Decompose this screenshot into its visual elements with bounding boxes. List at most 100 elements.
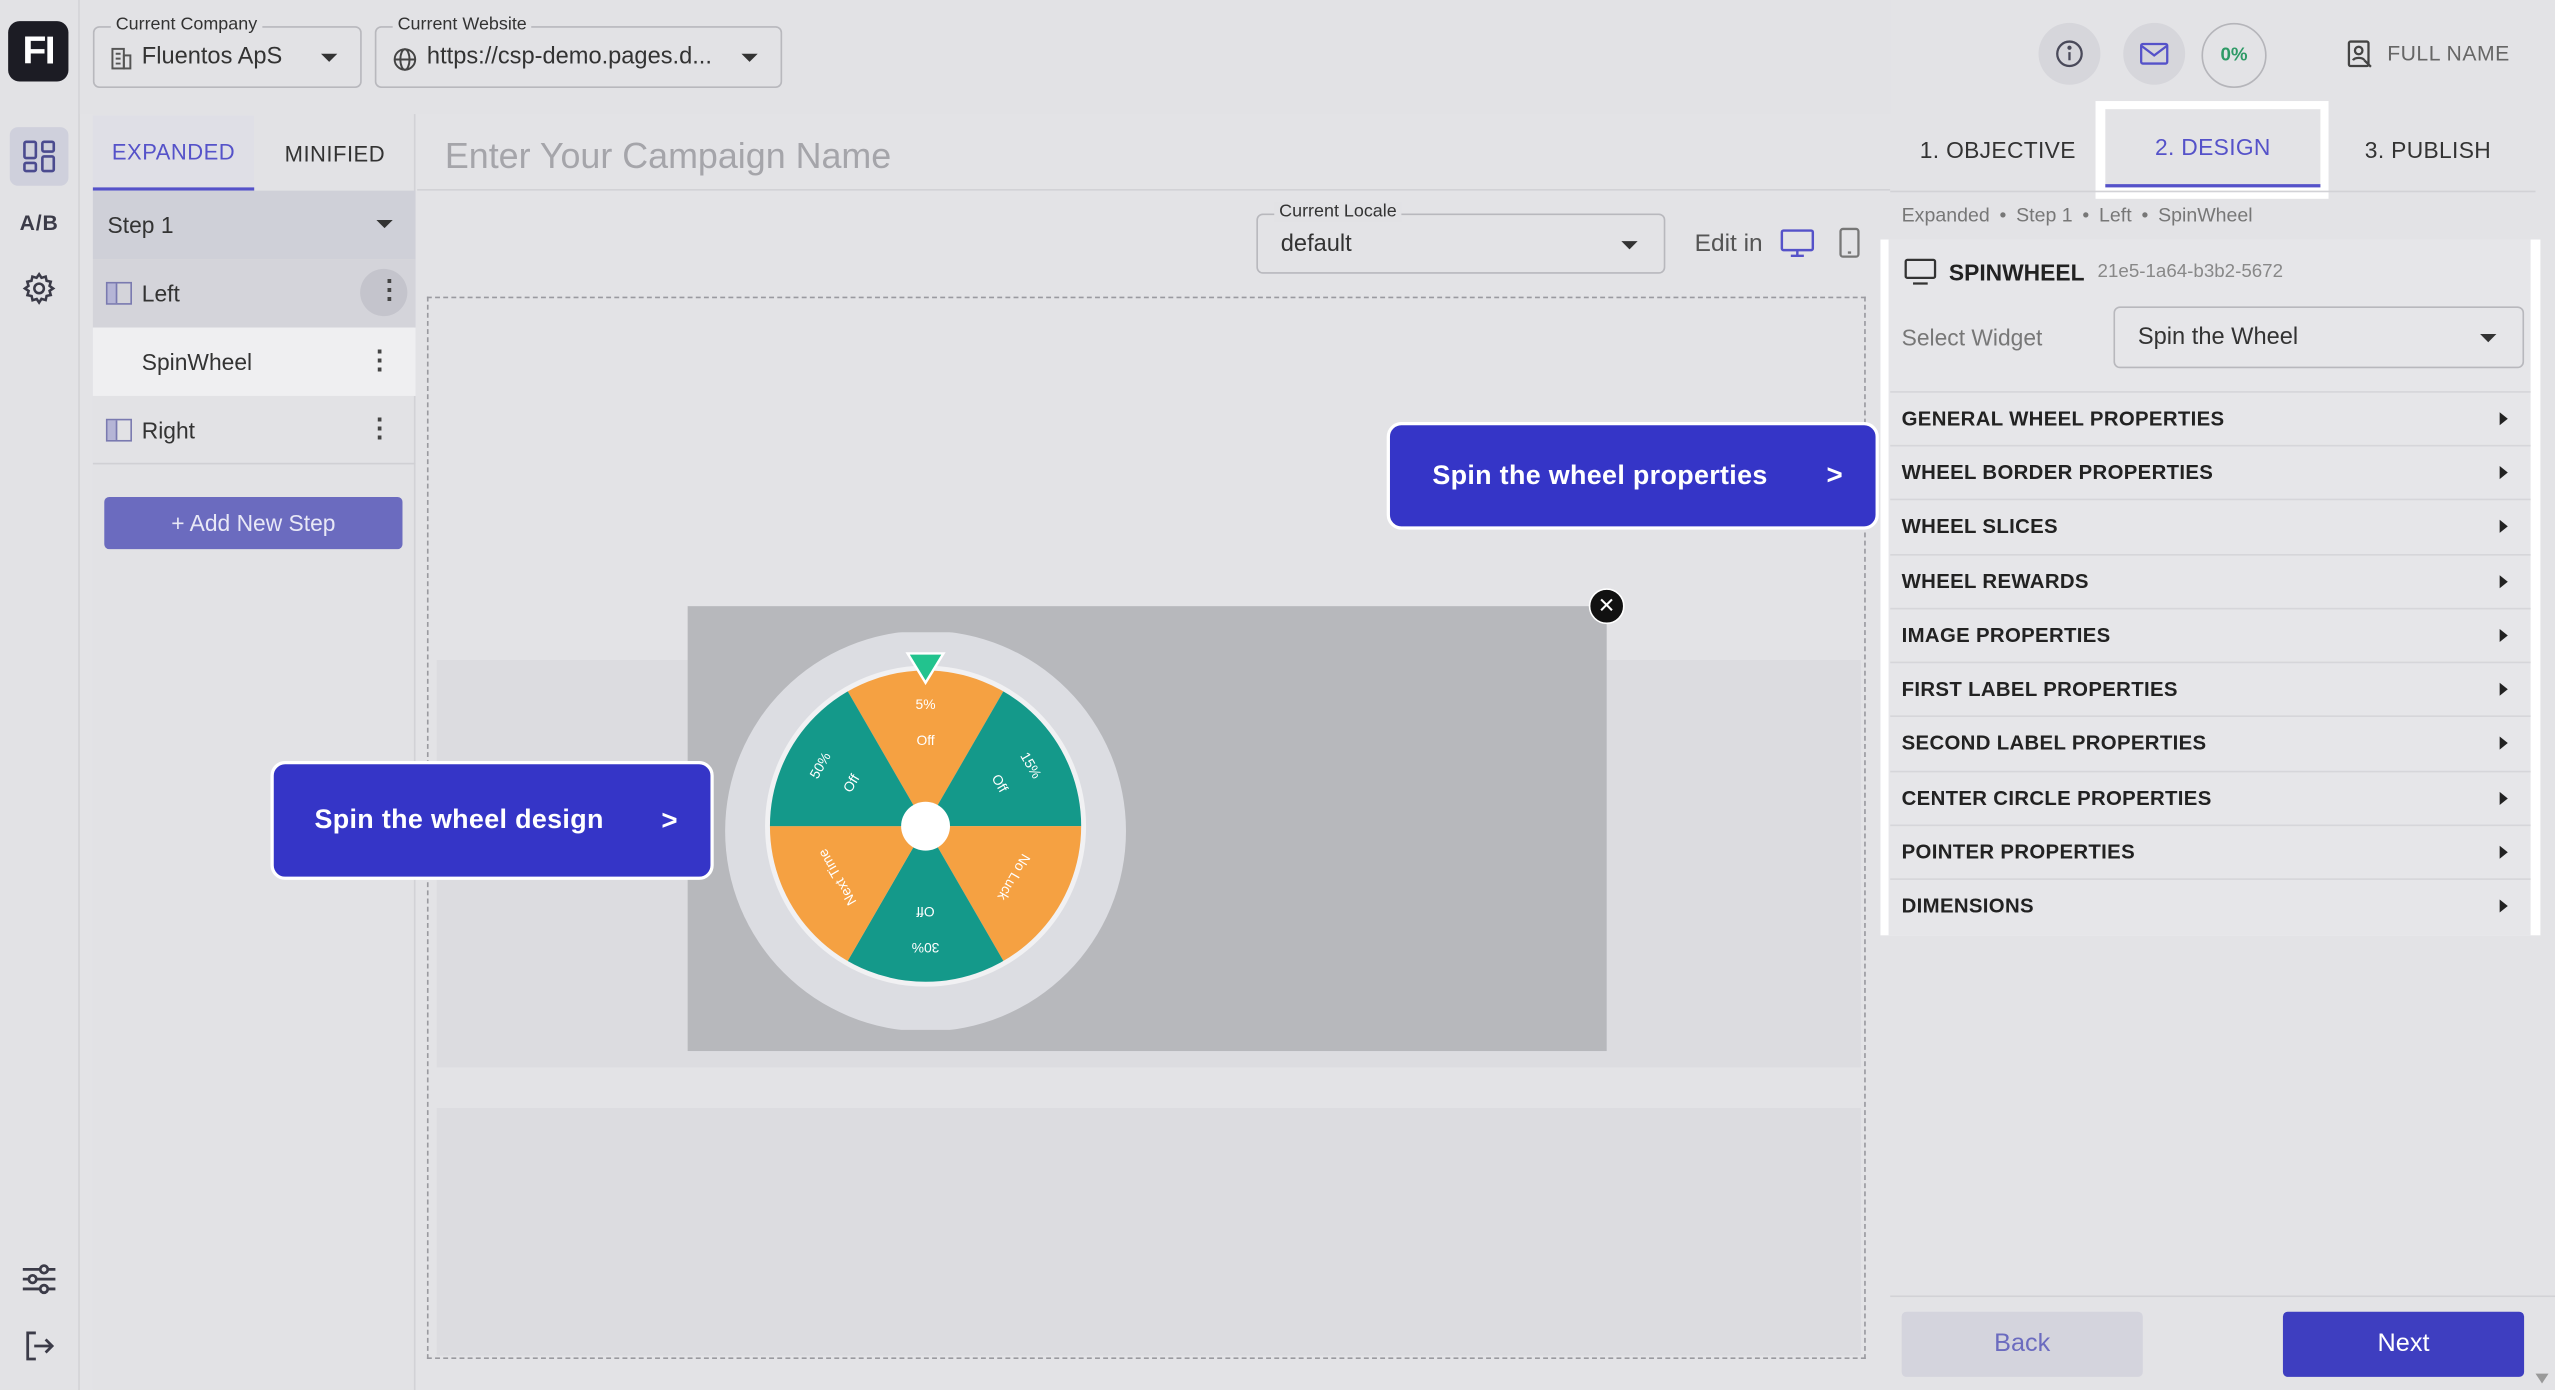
tab-objective[interactable]: 1. OBJECTIVE bbox=[1890, 109, 2105, 190]
caret-right-icon bbox=[2499, 519, 2508, 533]
divider bbox=[417, 189, 1891, 191]
section-pointer[interactable]: POINTER PROPERTIES bbox=[1890, 824, 2531, 879]
breadcrumb: Expanded • Step 1 • Left • SpinWheel bbox=[1901, 203, 2253, 227]
step-item-label: Right bbox=[141, 416, 196, 443]
user-name[interactable]: FULL NAME bbox=[2387, 41, 2510, 65]
user-badge-icon[interactable] bbox=[2346, 39, 2374, 76]
chevron-down-icon bbox=[1621, 241, 1638, 250]
mobile-icon[interactable] bbox=[1838, 227, 1861, 268]
breadcrumb-item[interactable]: Step 1 bbox=[2016, 204, 2073, 227]
tab-minified[interactable]: MINIFIED bbox=[254, 116, 415, 191]
callout-wheel-properties: Spin the wheel properties > bbox=[1386, 422, 1879, 530]
ab-test-button[interactable]: A/B bbox=[10, 192, 69, 251]
website-label: Current Website bbox=[392, 14, 532, 35]
section-label: CENTER CIRCLE PROPERTIES bbox=[1901, 787, 2212, 810]
tab-design[interactable]: 2. DESIGN bbox=[2105, 109, 2321, 188]
breadcrumb-item[interactable]: Left bbox=[2099, 204, 2132, 227]
locale-select[interactable]: Current Locale default bbox=[1256, 202, 1666, 274]
select-widget-label: Select Widget bbox=[1901, 324, 2043, 351]
section-wheel-border[interactable]: WHEEL BORDER PROPERTIES bbox=[1890, 444, 2531, 499]
widget-select-value: Spin the Wheel bbox=[2137, 324, 2299, 351]
breadcrumb-item[interactable]: Expanded bbox=[1902, 204, 1990, 227]
caret-right-icon bbox=[2499, 791, 2508, 805]
company-select[interactable]: Current Company Fluentos ApS bbox=[92, 14, 362, 88]
widget-select[interactable]: Spin the Wheel bbox=[2113, 306, 2525, 369]
company-value: Fluentos ApS bbox=[141, 43, 283, 71]
divider bbox=[1890, 1295, 2555, 1298]
locale-value: default bbox=[1280, 231, 1352, 258]
step-select-value: Step 1 bbox=[107, 211, 174, 238]
section-label: GENERAL WHEEL PROPERTIES bbox=[1901, 407, 2225, 431]
section-label: WHEEL REWARDS bbox=[1901, 570, 2089, 594]
caret-right-icon bbox=[2499, 736, 2508, 750]
step-item-right[interactable]: Right ⋮ bbox=[92, 396, 416, 465]
campaign-name-input[interactable]: Enter Your Campaign Name bbox=[445, 135, 891, 177]
caret-right-icon bbox=[2499, 899, 2508, 913]
chevron-down-icon bbox=[321, 53, 338, 62]
callout-text: Spin the wheel design bbox=[314, 804, 604, 835]
step-item-spinwheel[interactable]: SpinWheel ⋮ bbox=[92, 327, 416, 396]
scroll-down-arrow[interactable] bbox=[2535, 1373, 2549, 1384]
column-icon bbox=[105, 281, 132, 305]
breadcrumb-item[interactable]: SpinWheel bbox=[2158, 204, 2253, 227]
step-item-label: Left bbox=[141, 280, 180, 307]
more-vertical-icon[interactable]: ⋮ bbox=[367, 416, 393, 443]
sliders-icon[interactable] bbox=[10, 1250, 69, 1309]
building-icon bbox=[111, 47, 132, 70]
more-vertical-icon[interactable]: ⋮ bbox=[367, 348, 393, 375]
logout-icon[interactable] bbox=[10, 1317, 69, 1376]
desktop-icon bbox=[1904, 258, 1937, 285]
mail-icon[interactable] bbox=[2123, 22, 2186, 85]
tab-publish[interactable]: 3. PUBLISH bbox=[2320, 109, 2535, 190]
section-center-circle[interactable]: CENTER CIRCLE PROPERTIES bbox=[1890, 770, 2531, 825]
center-circle bbox=[901, 801, 950, 851]
tab-expanded[interactable]: EXPANDED bbox=[92, 115, 255, 191]
section-label: FIRST LABEL PROPERTIES bbox=[1901, 677, 2178, 701]
section-wheel-slices[interactable]: WHEEL SLICES bbox=[1890, 498, 2531, 553]
chevron-down-icon bbox=[2480, 334, 2497, 343]
divider bbox=[1890, 190, 2536, 193]
callout-arrow: > bbox=[661, 804, 678, 836]
add-step-button[interactable]: + Add New Step bbox=[104, 496, 403, 550]
wheel-slice-label: 5% bbox=[916, 696, 936, 712]
website-select[interactable]: Current Website https://csp-demo.pages.d… bbox=[374, 14, 783, 88]
callout-arrow: > bbox=[1826, 459, 1843, 491]
close-button[interactable]: ✕ bbox=[1588, 588, 1625, 625]
section-label: POINTER PROPERTIES bbox=[1901, 840, 2136, 864]
step-select[interactable]: Step 1 bbox=[92, 190, 416, 260]
caret-right-icon bbox=[2499, 466, 2508, 480]
step-item-label: SpinWheel bbox=[141, 348, 253, 375]
spin-wheel[interactable]: 5%Off15%OffNo Luck30%OffNext Time50%Off bbox=[719, 632, 1133, 1030]
edit-in-label: Edit in bbox=[1694, 229, 1763, 258]
section-general-wheel[interactable]: GENERAL WHEEL PROPERTIES bbox=[1890, 391, 2531, 445]
app-logo: FI bbox=[8, 21, 69, 82]
desktop-icon[interactable] bbox=[1779, 228, 1815, 267]
next-button[interactable]: Next bbox=[2282, 1311, 2525, 1377]
canvas-block bbox=[436, 1108, 1861, 1356]
section-image[interactable]: IMAGE PROPERTIES bbox=[1890, 607, 2531, 662]
progress-indicator: 0% bbox=[2201, 22, 2267, 88]
wheel-slice-label: Off bbox=[916, 732, 934, 748]
section-wheel-rewards[interactable]: WHEEL REWARDS bbox=[1890, 554, 2531, 608]
section-dimensions[interactable]: DIMENSIONS bbox=[1890, 878, 2531, 932]
dashboard-icon[interactable] bbox=[9, 127, 69, 186]
callout-wheel-design: Spin the wheel design > bbox=[270, 760, 714, 880]
caret-right-icon bbox=[2499, 575, 2508, 589]
globe-icon bbox=[393, 48, 417, 71]
section-label: DIMENSIONS bbox=[1901, 894, 2034, 918]
caret-right-icon bbox=[2499, 628, 2508, 643]
wheel-slice-label: 30% bbox=[912, 940, 940, 956]
back-button[interactable]: Back bbox=[1901, 1311, 2143, 1377]
company-label: Current Company bbox=[110, 14, 263, 35]
info-icon[interactable] bbox=[2038, 22, 2101, 85]
section-second-label[interactable]: SECOND LABEL PROPERTIES bbox=[1890, 715, 2531, 769]
caret-right-icon bbox=[2499, 845, 2508, 859]
section-label: WHEEL BORDER PROPERTIES bbox=[1901, 461, 2214, 484]
caret-right-icon bbox=[2499, 682, 2508, 696]
widget-title-text: SPINWHEEL bbox=[1948, 259, 2085, 286]
caret-right-icon bbox=[2499, 412, 2508, 426]
section-label: SECOND LABEL PROPERTIES bbox=[1901, 731, 2207, 755]
gear-icon[interactable] bbox=[10, 259, 69, 318]
section-first-label[interactable]: FIRST LABEL PROPERTIES bbox=[1890, 661, 2531, 716]
website-value: https://csp-demo.pages.d... bbox=[426, 43, 712, 71]
